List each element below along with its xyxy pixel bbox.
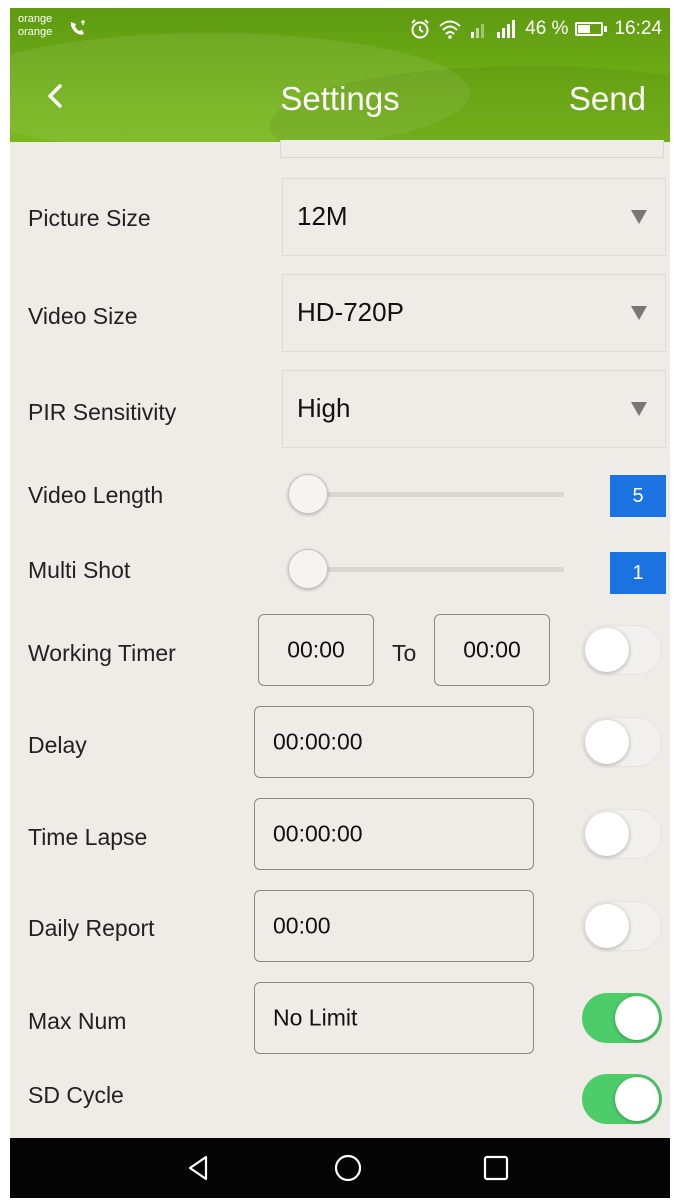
- multi-shot-label: Multi Shot: [28, 557, 131, 583]
- daily-report-value: 00:00: [273, 912, 331, 939]
- picture-size-select[interactable]: 12M: [282, 178, 666, 256]
- toggle-knob: [615, 1077, 659, 1121]
- to-label: To: [392, 640, 417, 666]
- toggle-knob: [615, 996, 659, 1040]
- slider-track: [306, 492, 564, 497]
- slider-thumb[interactable]: [288, 549, 328, 589]
- carrier-line-1: orange: [18, 13, 53, 25]
- time-lapse-label: Time Lapse: [28, 824, 148, 850]
- video-length-slider[interactable]: [288, 474, 564, 514]
- home-circle-icon[interactable]: [332, 1152, 364, 1184]
- signal-icon: [497, 20, 516, 38]
- working-timer-to-field[interactable]: 00:00: [434, 614, 550, 686]
- time-lapse-value: 00:00:00: [273, 820, 363, 847]
- slider-thumb[interactable]: [288, 474, 328, 514]
- settings-screen: orange orange 46 % 16:24 Settings Send P…: [10, 8, 670, 1198]
- max-num-value: No Limit: [273, 1004, 358, 1031]
- working-timer-from-value: 00:00: [287, 636, 345, 663]
- sd-cycle-label: SD Cycle: [28, 1082, 124, 1108]
- video-length-value: 5: [610, 475, 666, 517]
- picture-size-label: Picture Size: [28, 205, 151, 231]
- video-size-label: Video Size: [28, 303, 138, 329]
- slider-track: [306, 567, 564, 572]
- video-length-label: Video Length: [28, 482, 164, 508]
- delay-label: Delay: [28, 732, 87, 758]
- top-bar: orange orange 46 % 16:24 Settings Send: [10, 8, 670, 142]
- delay-value: 00:00:00: [273, 728, 363, 755]
- daily-report-toggle[interactable]: [582, 901, 662, 951]
- recents-square-icon[interactable]: [480, 1152, 512, 1184]
- multi-shot-value: 1: [610, 552, 666, 594]
- working-timer-to-value: 00:00: [463, 636, 521, 663]
- pir-sensitivity-label: PIR Sensitivity: [28, 399, 177, 425]
- signal-icon: [471, 24, 485, 38]
- daily-report-field[interactable]: 00:00: [254, 890, 534, 962]
- back-triangle-icon[interactable]: [182, 1152, 214, 1184]
- time-lapse-toggle[interactable]: [582, 809, 662, 859]
- send-button[interactable]: Send: [569, 80, 646, 118]
- video-size-value: HD-720P: [297, 297, 404, 327]
- working-timer-from-field[interactable]: 00:00: [258, 614, 374, 686]
- carrier-line-2: orange: [18, 26, 53, 38]
- working-timer-label: Working Timer: [28, 640, 176, 666]
- daily-report-label: Daily Report: [28, 915, 155, 941]
- picture-size-value: 12M: [297, 201, 348, 231]
- pir-sensitivity-select[interactable]: High: [282, 370, 666, 448]
- toggle-knob: [585, 720, 629, 764]
- phone-frame: orange orange 46 % 16:24 Settings Send P…: [0, 0, 674, 1202]
- toggle-knob: [585, 904, 629, 948]
- previous-setting-field[interactable]: [280, 140, 664, 158]
- dropdown-arrow-icon: [631, 402, 647, 416]
- app-header: Settings Send: [10, 52, 670, 142]
- pir-sensitivity-value: High: [297, 393, 351, 423]
- navigation-bar: [10, 1138, 670, 1198]
- multi-shot-slider[interactable]: [288, 549, 564, 589]
- delay-toggle[interactable]: [582, 717, 662, 767]
- battery-icon: [575, 22, 608, 36]
- dropdown-arrow-icon: [631, 306, 647, 320]
- status-bar: orange orange 46 % 16:24: [10, 8, 670, 52]
- alarm-icon: [411, 19, 429, 39]
- sd-cycle-toggle[interactable]: [582, 1074, 662, 1124]
- max-num-toggle[interactable]: [582, 993, 662, 1043]
- carrier-name: orange orange: [18, 13, 52, 39]
- battery-percent: 46 %: [525, 18, 569, 39]
- toggle-knob: [585, 628, 629, 672]
- dropdown-arrow-icon: [631, 210, 647, 224]
- time-lapse-field[interactable]: 00:00:00: [254, 798, 534, 870]
- max-num-label: Max Num: [28, 1008, 127, 1034]
- wifi-icon: [439, 20, 461, 39]
- clock: 16:24: [614, 18, 662, 39]
- call-icon: [70, 20, 85, 35]
- status-icons: 46 % 16:24: [409, 18, 662, 40]
- delay-field[interactable]: 00:00:00: [254, 706, 534, 778]
- working-timer-toggle[interactable]: [582, 625, 662, 675]
- max-num-field[interactable]: No Limit: [254, 982, 534, 1054]
- video-size-select[interactable]: HD-720P: [282, 274, 666, 352]
- toggle-knob: [585, 812, 629, 856]
